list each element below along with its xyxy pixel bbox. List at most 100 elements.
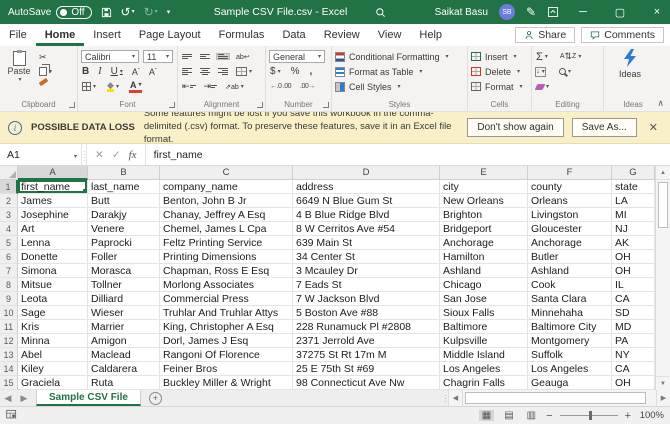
cell-C8[interactable]: Morlong Associates <box>160 278 293 292</box>
grow-font-button[interactable]: Aˆ <box>131 67 141 77</box>
tab-view[interactable]: View <box>369 24 411 46</box>
cell-B10[interactable]: Wieser <box>88 306 160 320</box>
cell-A8[interactable]: Mitsue <box>18 278 88 292</box>
tab-page-layout[interactable]: Page Layout <box>130 24 210 46</box>
cell-A15[interactable]: Graciela <box>18 376 88 390</box>
cell-F11[interactable]: Baltimore City <box>528 320 612 334</box>
row-header-9[interactable]: 9 <box>0 292 18 306</box>
cell-D12[interactable]: 2371 Jerrold Ave <box>293 334 440 348</box>
minimize-button[interactable]: ─ <box>570 0 596 24</box>
cell-G2[interactable]: LA <box>612 194 655 208</box>
cell-A5[interactable]: Lenna <box>18 236 88 250</box>
cell-B7[interactable]: Morasca <box>88 264 160 278</box>
wrap-text-button[interactable]: ab↩ <box>235 53 251 61</box>
cell-styles-button[interactable]: Cell Styles <box>335 79 464 94</box>
cell-B15[interactable]: Ruta <box>88 376 160 390</box>
cell-A7[interactable]: Simona <box>18 264 88 278</box>
warning-close-icon[interactable]: ✕ <box>645 121 662 134</box>
ribbon-display-options-icon[interactable] <box>547 6 559 18</box>
align-right-button[interactable] <box>217 68 229 75</box>
scroll-up-icon[interactable]: ▲ <box>656 166 670 180</box>
scroll-left-icon[interactable]: ◀ <box>448 390 462 406</box>
cell-G7[interactable]: OH <box>612 264 655 278</box>
zoom-slider[interactable] <box>560 415 618 416</box>
row-header-3[interactable]: 3 <box>0 208 18 222</box>
accounting-format-button[interactable]: $ <box>269 66 282 77</box>
prev-sheet-icon[interactable]: ◀ <box>0 393 16 404</box>
record-macro-icon[interactable] <box>6 409 17 423</box>
cell-G4[interactable]: NJ <box>612 222 655 236</box>
cell-E12[interactable]: Kulpsville <box>440 334 528 348</box>
cell-C14[interactable]: Feiner Bros <box>160 362 293 376</box>
font-color-button[interactable]: A <box>129 81 143 93</box>
tab-insert[interactable]: Insert <box>84 24 130 46</box>
cell-D13[interactable]: 37275 St Rt 17m M <box>293 348 440 362</box>
cell-C15[interactable]: Buckley Miller & Wright <box>160 376 293 390</box>
maximize-button[interactable]: ▢ <box>607 0 633 24</box>
row-header-5[interactable]: 5 <box>0 236 18 250</box>
cell-B9[interactable]: Dilliard <box>88 292 160 306</box>
cell-E5[interactable]: Anchorage <box>440 236 528 250</box>
column-header-G[interactable]: G <box>612 166 655 180</box>
cell-G3[interactable]: MI <box>612 208 655 222</box>
row-header-1[interactable]: 1 <box>0 180 18 194</box>
cell-F8[interactable]: Cook <box>528 278 612 292</box>
number-dialog-launcher[interactable] <box>323 102 329 108</box>
row-header-4[interactable]: 4 <box>0 222 18 236</box>
cell-E11[interactable]: Baltimore <box>440 320 528 334</box>
zoom-slider-thumb[interactable] <box>589 411 592 420</box>
cell-B12[interactable]: Amigon <box>88 334 160 348</box>
number-format-select[interactable]: General <box>269 50 325 63</box>
cell-C5[interactable]: Feltz Printing Service <box>160 236 293 250</box>
column-header-B[interactable]: B <box>88 166 160 180</box>
cell-E3[interactable]: Brighton <box>440 208 528 222</box>
cell-G13[interactable]: NY <box>612 348 655 362</box>
cell-F1[interactable]: county <box>528 180 612 194</box>
cell-F10[interactable]: Minnehaha <box>528 306 612 320</box>
insert-function-icon[interactable]: fx <box>129 149 137 161</box>
row-header-15[interactable]: 15 <box>0 376 18 390</box>
cell-G6[interactable]: OH <box>612 250 655 264</box>
cell-F14[interactable]: Los Angeles <box>528 362 612 376</box>
quick-access-customize-icon[interactable]: ▾ <box>167 9 171 16</box>
row-header-7[interactable]: 7 <box>0 264 18 278</box>
cell-G10[interactable]: SD <box>612 306 655 320</box>
undo-button[interactable]: ↺▾ <box>121 6 135 18</box>
cell-F5[interactable]: Anchorage <box>528 236 612 250</box>
horizontal-scroll-thumb[interactable] <box>465 392 646 404</box>
cut-icon[interactable]: ✂ <box>38 52 53 63</box>
user-name[interactable]: Saikat Basu <box>435 7 488 18</box>
cell-E7[interactable]: Ashland <box>440 264 528 278</box>
column-header-E[interactable]: E <box>440 166 528 180</box>
cell-B1[interactable]: last_name <box>88 180 160 194</box>
cell-D8[interactable]: 7 Eads St <box>293 278 440 292</box>
next-sheet-icon[interactable]: ▶ <box>16 393 32 404</box>
name-box-dropdown-icon[interactable] <box>72 149 77 161</box>
cell-C12[interactable]: Dorl, James J Esq <box>160 334 293 348</box>
font-size-select[interactable]: 11 <box>143 50 173 63</box>
cell-C3[interactable]: Chanay, Jeffrey A Esq <box>160 208 293 222</box>
font-name-select[interactable]: Calibri <box>81 50 139 63</box>
row-header-6[interactable]: 6 <box>0 250 18 264</box>
close-button[interactable]: × <box>644 0 670 24</box>
column-header-A[interactable]: A <box>18 166 88 180</box>
orientation-button[interactable]: ⇗ab <box>224 83 245 91</box>
format-as-table-button[interactable]: Format as Table <box>335 64 464 79</box>
italic-button[interactable]: I <box>97 66 102 77</box>
cell-C1[interactable]: company_name <box>160 180 293 194</box>
vertical-scrollbar[interactable]: ▲ ▼ <box>655 166 670 390</box>
cell-F3[interactable]: Livingston <box>528 208 612 222</box>
name-box[interactable]: A1 <box>0 144 82 165</box>
scroll-right-icon[interactable]: ▶ <box>656 390 670 406</box>
format-cells-button[interactable]: Format <box>471 79 528 94</box>
column-header-C[interactable]: C <box>160 166 293 180</box>
cell-C6[interactable]: Printing Dimensions <box>160 250 293 264</box>
cell-F12[interactable]: Montgomery <box>528 334 612 348</box>
fill-color-button[interactable]: ◆ <box>106 81 120 92</box>
horizontal-scrollbar[interactable] <box>462 390 656 406</box>
cell-C13[interactable]: Rangoni Of Florence <box>160 348 293 362</box>
tab-home[interactable]: Home <box>36 24 85 46</box>
cell-A13[interactable]: Abel <box>18 348 88 362</box>
cell-D9[interactable]: 7 W Jackson Blvd <box>293 292 440 306</box>
cell-A2[interactable]: James <box>18 194 88 208</box>
